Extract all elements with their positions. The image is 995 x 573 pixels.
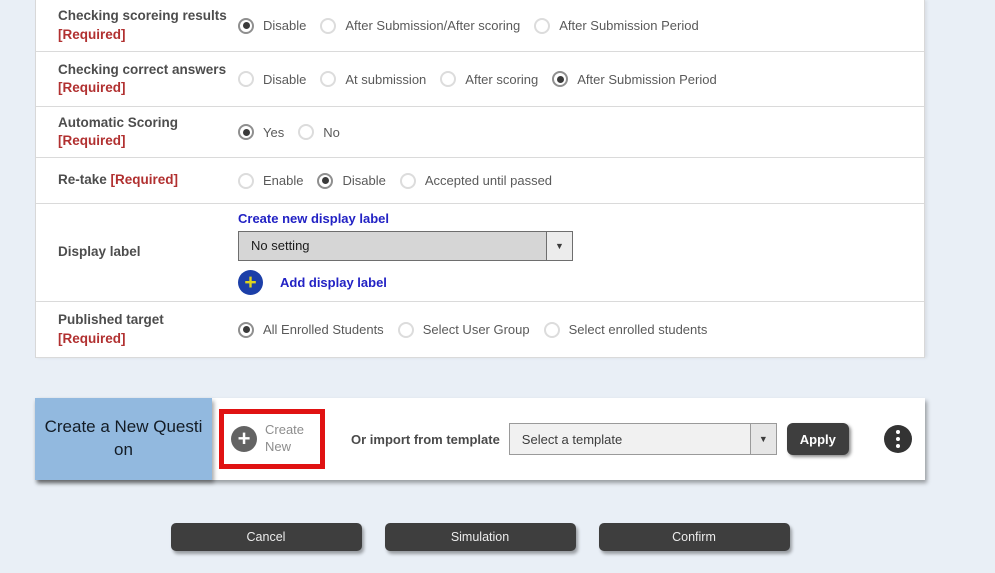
radio-label: Yes bbox=[263, 125, 284, 140]
kebab-menu-icon[interactable] bbox=[884, 425, 912, 453]
plus-icon[interactable]: + bbox=[231, 426, 257, 452]
required-badge: [Required] bbox=[111, 172, 179, 187]
row-label: Checking correct answers [Required] bbox=[36, 61, 238, 97]
row-label: Re-take [Required] bbox=[36, 171, 238, 189]
row-label-text: Display label bbox=[58, 244, 141, 259]
radio-label: After Submission/After scoring bbox=[345, 18, 520, 33]
radio-label: No bbox=[323, 125, 340, 140]
template-select-value: Select a template bbox=[510, 424, 750, 454]
radio-group: Yes No bbox=[238, 124, 924, 140]
form-row-display-label: Display label Create new display label N… bbox=[36, 204, 924, 302]
radio-option[interactable]: Select enrolled students bbox=[544, 322, 708, 338]
display-label-content: Create new display label No setting ▼ + … bbox=[238, 211, 924, 295]
radio-label: After scoring bbox=[465, 72, 538, 87]
create-new-button-highlight[interactable]: + Create New bbox=[219, 409, 325, 469]
radio-icon[interactable] bbox=[298, 124, 314, 140]
radio-label: Enable bbox=[263, 173, 303, 188]
form-row-retake: Re-take [Required] Enable Disable Accept… bbox=[36, 158, 924, 204]
radio-option[interactable]: Select User Group bbox=[398, 322, 530, 338]
radio-icon[interactable] bbox=[320, 71, 336, 87]
radio-icon[interactable] bbox=[440, 71, 456, 87]
radio-option[interactable]: After Submission Period bbox=[552, 71, 716, 87]
simulation-button[interactable]: Simulation bbox=[385, 523, 576, 551]
radio-icon[interactable] bbox=[238, 71, 254, 87]
radio-label: Disable bbox=[263, 18, 306, 33]
row-label: Checking scoreing results [Required] bbox=[36, 7, 238, 43]
row-label: Display label bbox=[36, 243, 238, 261]
add-display-label-text: Add display label bbox=[280, 275, 387, 290]
form-row-checking-correct-answers: Checking correct answers [Required] Disa… bbox=[36, 52, 924, 107]
radio-option[interactable]: After Submission/After scoring bbox=[320, 18, 520, 34]
radio-label: After Submission Period bbox=[577, 72, 716, 87]
apply-button[interactable]: Apply bbox=[787, 423, 849, 455]
section-title: Create a New Question bbox=[45, 416, 203, 462]
add-display-label-button[interactable]: + Add display label bbox=[238, 270, 573, 295]
radio-group: All Enrolled Students Select User Group … bbox=[238, 322, 924, 338]
required-badge: [Required] bbox=[58, 133, 126, 148]
radio-option[interactable]: Disable bbox=[238, 71, 306, 87]
required-badge: [Required] bbox=[58, 331, 126, 346]
row-label: Published target [Required] bbox=[36, 311, 238, 347]
footer-actions: Cancel Simulation Confirm bbox=[35, 523, 925, 551]
create-new-display-label-link[interactable]: Create new display label bbox=[238, 211, 573, 226]
radio-label: After Submission Period bbox=[559, 18, 698, 33]
radio-option[interactable]: After scoring bbox=[440, 71, 538, 87]
radio-option[interactable]: All Enrolled Students bbox=[238, 322, 384, 338]
chevron-down-icon[interactable]: ▼ bbox=[750, 424, 776, 454]
radio-option[interactable]: Accepted until passed bbox=[400, 173, 552, 189]
display-label-select-value: No setting bbox=[239, 232, 546, 260]
required-badge: [Required] bbox=[58, 27, 126, 42]
radio-icon[interactable] bbox=[238, 322, 254, 338]
plus-icon[interactable]: + bbox=[238, 270, 263, 295]
row-label-text: Automatic Scoring bbox=[58, 115, 178, 130]
radio-option[interactable]: Disable bbox=[317, 173, 385, 189]
radio-label: At submission bbox=[345, 72, 426, 87]
radio-label: Select enrolled students bbox=[569, 322, 708, 337]
cancel-button[interactable]: Cancel bbox=[171, 523, 362, 551]
radio-option[interactable]: At submission bbox=[320, 71, 426, 87]
radio-icon[interactable] bbox=[400, 173, 416, 189]
radio-icon[interactable] bbox=[552, 71, 568, 87]
radio-icon[interactable] bbox=[238, 173, 254, 189]
row-label: Automatic Scoring [Required] bbox=[36, 114, 238, 150]
import-from-template-label: Or import from template bbox=[351, 432, 500, 447]
radio-label: Select User Group bbox=[423, 322, 530, 337]
radio-icon[interactable] bbox=[238, 124, 254, 140]
radio-label: Disable bbox=[342, 173, 385, 188]
display-label-select[interactable]: No setting ▼ bbox=[238, 231, 573, 261]
radio-label: Accepted until passed bbox=[425, 173, 552, 188]
radio-option[interactable]: Disable bbox=[238, 18, 306, 34]
radio-option[interactable]: No bbox=[298, 124, 340, 140]
row-label-text: Re-take bbox=[58, 172, 107, 187]
radio-group: Enable Disable Accepted until passed bbox=[238, 173, 924, 189]
form-row-published-target: Published target [Required] All Enrolled… bbox=[36, 302, 924, 358]
radio-group: Disable At submission After scoring Afte… bbox=[238, 71, 924, 87]
required-badge: [Required] bbox=[58, 80, 126, 95]
radio-option[interactable]: After Submission Period bbox=[534, 18, 698, 34]
radio-option[interactable]: Yes bbox=[238, 124, 284, 140]
radio-icon[interactable] bbox=[398, 322, 414, 338]
radio-icon[interactable] bbox=[544, 322, 560, 338]
template-select[interactable]: Select a template ▼ bbox=[509, 423, 777, 455]
settings-form-card: Checking scoreing results [Required] Dis… bbox=[35, 0, 925, 358]
radio-icon[interactable] bbox=[534, 18, 550, 34]
form-row-automatic-scoring: Automatic Scoring [Required] Yes No bbox=[36, 107, 924, 158]
radio-option[interactable]: Enable bbox=[238, 173, 303, 189]
radio-icon[interactable] bbox=[320, 18, 336, 34]
row-label-text: Checking correct answers bbox=[58, 62, 226, 77]
chevron-down-icon[interactable]: ▼ bbox=[546, 232, 572, 260]
radio-label: All Enrolled Students bbox=[263, 322, 384, 337]
radio-icon[interactable] bbox=[317, 173, 333, 189]
radio-icon[interactable] bbox=[238, 18, 254, 34]
radio-group: Disable After Submission/After scoring A… bbox=[238, 18, 924, 34]
row-label-text: Checking scoreing results bbox=[58, 8, 227, 23]
section-title-box: Create a New Question bbox=[35, 398, 212, 480]
create-question-section: Create a New Question + Create New Or im… bbox=[35, 398, 925, 480]
form-row-checking-scoring-results: Checking scoreing results [Required] Dis… bbox=[36, 0, 924, 52]
confirm-button[interactable]: Confirm bbox=[599, 523, 790, 551]
radio-label: Disable bbox=[263, 72, 306, 87]
create-new-button-label: Create New bbox=[265, 422, 311, 456]
row-label-text: Published target bbox=[58, 312, 164, 327]
